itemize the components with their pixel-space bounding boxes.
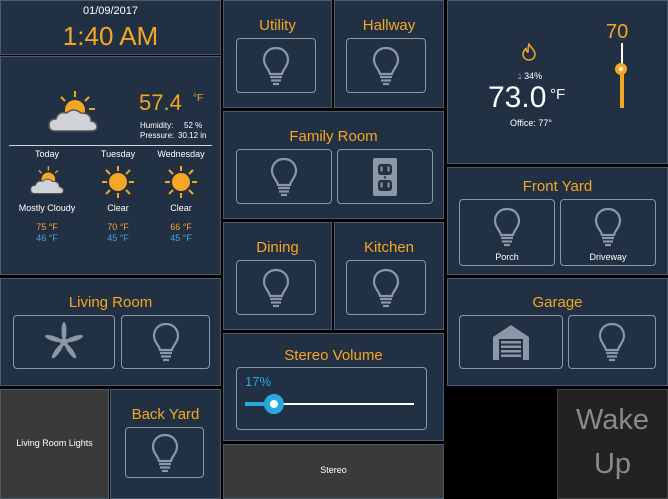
forecast-low: 45 °F [170,233,192,243]
kitchen-light-button[interactable] [346,260,426,315]
stereo-volume-tile: Stereo Volume 17% [223,333,444,441]
humidity-label: Humidity: [140,121,174,130]
time-text: 1:40 AM [62,21,159,51]
light-bulb-icon [372,268,400,307]
back-yard-title: Back Yard [131,406,200,423]
partly-cloudy-icon [48,91,98,132]
living-room-fan-button[interactable] [13,315,115,369]
volume-value: 17% [245,374,272,389]
porch-label: Porch [495,252,519,262]
kitchen-title: Kitchen [363,239,415,256]
light-bulb-icon [151,433,178,472]
light-bulb-icon [598,322,626,362]
living-room-lights-tile[interactable]: Living Room Lights [0,389,109,499]
stereo-label: Stereo [320,465,347,475]
volume-slider-knob[interactable] [263,394,284,414]
living-room-title: Living Room [68,294,153,311]
garage-light-button[interactable] [568,315,656,369]
utility-light-button[interactable] [236,38,316,93]
flame-icon [522,43,536,61]
light-bulb-icon [493,207,521,246]
family-room-title: Family Room [289,128,378,145]
forecast-divider [9,145,212,146]
dining-tile: Dining [223,222,332,330]
light-bulb-icon [372,46,400,85]
hallway-title: Hallway [362,17,416,34]
light-bulb-icon [262,46,290,85]
volume-slider-panel: 17% [236,367,427,430]
family-room-tile: Family Room [223,111,444,219]
family-room-outlet-button[interactable] [337,149,433,204]
back-yard-light-button[interactable] [125,427,204,478]
thermostat-tile: 💧︎ 34% 73.0 °F Office: 77° 70 [447,0,668,164]
sun-icon [165,166,197,198]
front-yard-tile: Front Yard Porch Driveway [447,167,668,275]
kitchen-tile: Kitchen [334,222,444,330]
office-temp: Office: 77° [510,118,552,128]
setpoint-slider-knob[interactable] [615,63,627,75]
setpoint-slider-track[interactable] [615,43,627,108]
stereo-tile[interactable]: Stereo [223,444,444,499]
light-bulb-icon [270,157,298,196]
volume-slider-track[interactable] [245,394,414,414]
clock-tile: 01/09/2017 1:40 AM [0,0,221,55]
living-room-light-button[interactable] [121,315,210,369]
garage-door-button[interactable] [459,315,563,369]
forecast-day: Wednesday Clear 66 °F 45 °F [135,149,227,243]
indoor-temp: 73.0 [488,81,547,114]
garage-title: Garage [532,294,583,311]
living-room-tile: Living Room [0,278,221,386]
indoor-humidity: 34% [524,71,543,81]
outdoor-temp: 57.4 [139,90,182,115]
outlet-icon [373,157,397,196]
hallway-light-button[interactable] [346,38,426,93]
garage-tile: Garage [447,278,668,386]
family-room-light-button[interactable] [236,149,332,204]
utility-tile: Utility [223,0,332,108]
forecast-condition: Clear [170,203,192,213]
utility-title: Utility [259,17,296,34]
sun-icon [102,166,134,198]
porch-light-button[interactable]: Porch [459,199,555,266]
pressure-value: 30.12 in [178,131,207,140]
wake-up-label-line1: Wake [575,404,650,436]
driveway-light-button[interactable]: Driveway [560,199,656,266]
date-text: 01/09/2017 [82,5,139,17]
forecast-day-name: Wednesday [157,149,205,159]
outdoor-temp-unit: °F [193,93,204,104]
light-bulb-icon [262,268,290,307]
wake-up-tile[interactable]: Wake Up [557,389,668,499]
living-room-lights-label: Living Room Lights [16,438,93,448]
setpoint-value: 70 [606,21,629,43]
driveway-label: Driveway [589,252,627,262]
humidity-value: 52 % [184,121,203,130]
light-bulb-icon [152,322,179,362]
front-yard-title: Front Yard [522,178,593,195]
partly-cloudy-icon [30,166,64,195]
fan-icon [44,322,84,359]
back-yard-tile: Back Yard [110,389,221,499]
light-bulb-icon [594,207,622,246]
dining-title: Dining [256,239,299,256]
stereo-volume-title: Stereo Volume [284,347,383,364]
humidity-drop-icon: 💧︎ [518,71,522,81]
forecast-high: 66 °F [170,222,192,232]
dining-light-button[interactable] [236,260,316,315]
garage-door-icon [493,325,529,360]
wake-up-label-line2: Up [593,448,632,480]
weather-tile: 57.4 °F Humidity: 52 % Pressure: 30.12 i… [0,56,221,275]
hallway-tile: Hallway [334,0,444,108]
indoor-temp-unit: °F [550,86,566,103]
pressure-label: Pressure: [140,131,175,140]
